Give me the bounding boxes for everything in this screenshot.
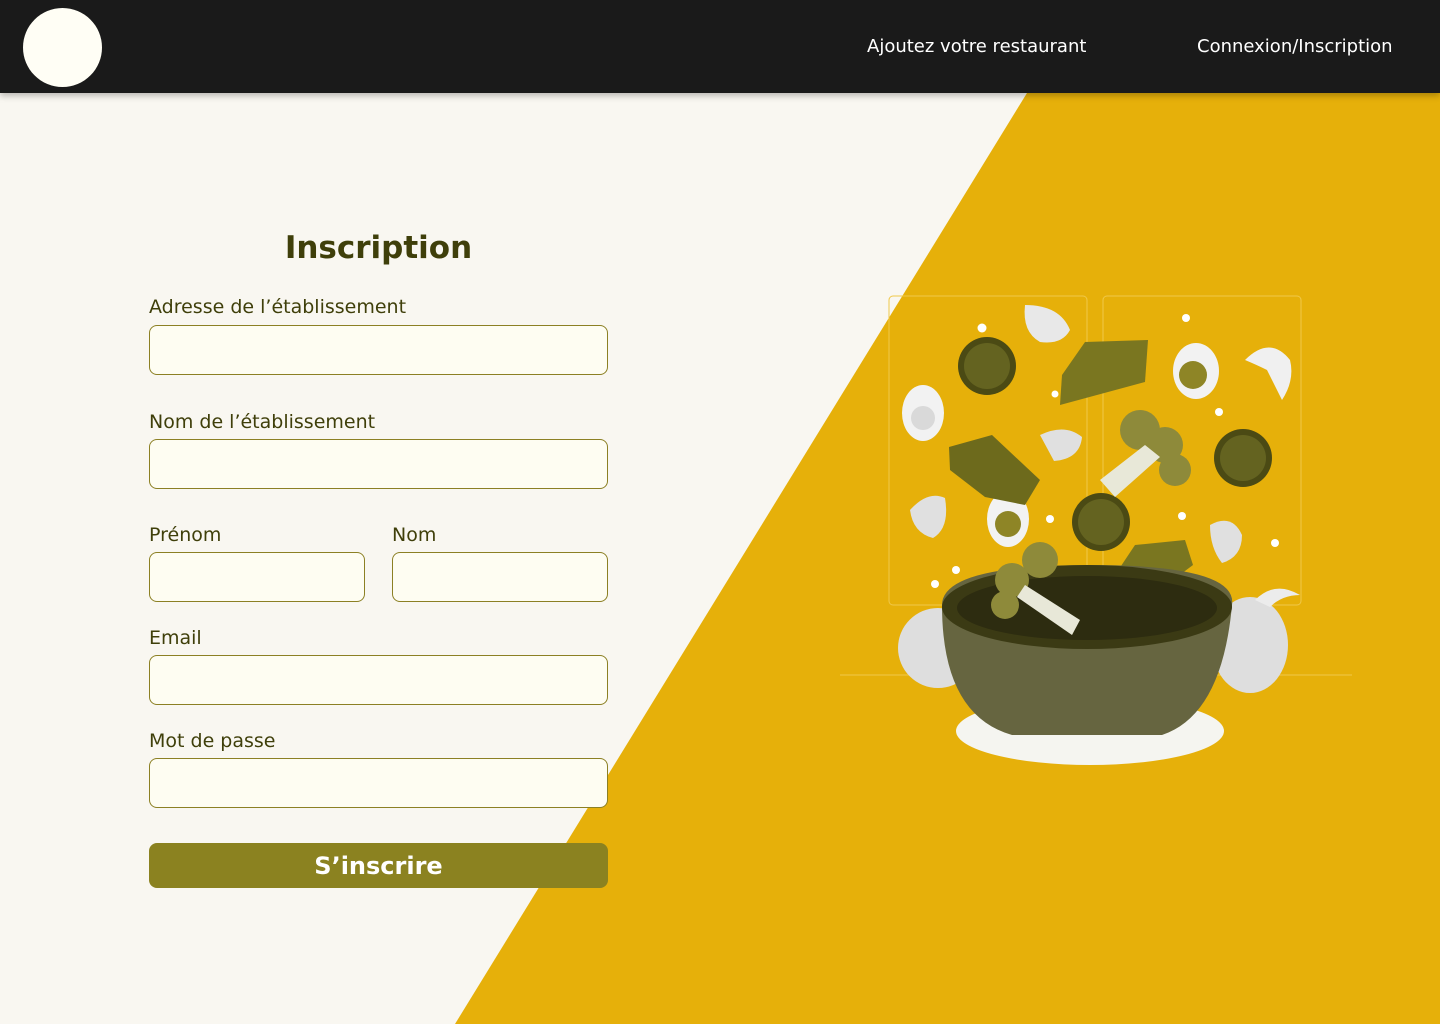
password-input[interactable] [149,758,608,808]
login-signup-link[interactable]: Connexion/Inscription [1197,36,1393,57]
password-label: Mot de passe [149,730,276,752]
signup-button[interactable]: S’inscrire [149,843,608,888]
logo-icon[interactable] [23,8,102,87]
business-name-input[interactable] [149,439,608,489]
email-label: Email [149,627,202,649]
business-name-label: Nom de l’établissement [149,411,376,433]
address-label: Adresse de l’établissement [149,296,407,318]
address-input[interactable] [149,325,608,375]
first-name-input[interactable] [149,552,365,602]
email-input[interactable] [149,655,608,705]
add-restaurant-link[interactable]: Ajoutez votre restaurant [867,36,1086,57]
last-name-input[interactable] [392,552,608,602]
top-navigation-bar: Ajoutez votre restaurant Connexion/Inscr… [0,0,1440,93]
form-title: Inscription [284,230,473,266]
last-name-label: Nom [392,524,437,546]
first-name-label: Prénom [149,524,222,546]
salad-bowl-illustration-icon [840,295,1352,765]
